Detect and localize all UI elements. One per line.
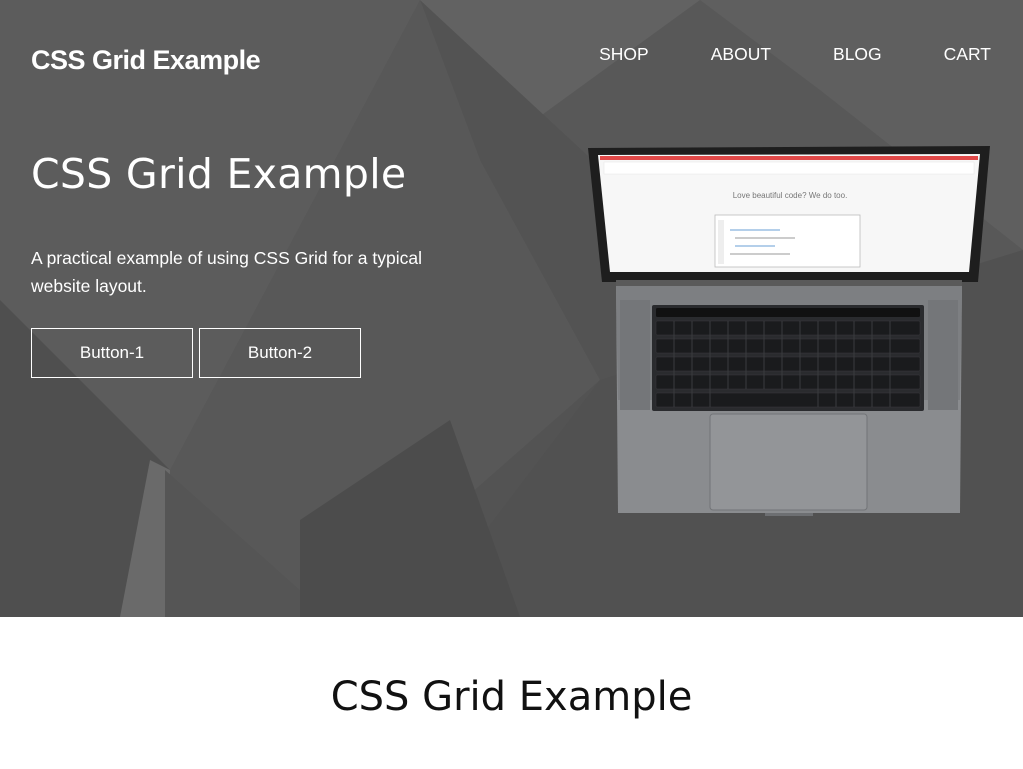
hero-section: CSS Grid Example SHOP ABOUT BLOG CART CS… bbox=[0, 0, 1023, 617]
main-nav: SHOP ABOUT BLOG CART bbox=[599, 44, 991, 65]
section-title: CSS Grid Example bbox=[330, 674, 693, 720]
site-brand[interactable]: CSS Grid Example bbox=[31, 45, 261, 76]
button-2[interactable]: Button-2 bbox=[199, 328, 361, 378]
hero-description: A practical example of using CSS Grid fo… bbox=[31, 248, 423, 296]
nav-shop-link[interactable]: SHOP bbox=[599, 44, 649, 65]
nav-cart-link[interactable]: CART bbox=[944, 44, 991, 65]
hero-title: CSS Grid Example bbox=[31, 150, 407, 198]
nav-blog-link[interactable]: BLOG bbox=[833, 44, 882, 65]
laptop-image: Love beautiful code? We do too. bbox=[588, 146, 990, 516]
nav-about-link[interactable]: ABOUT bbox=[711, 44, 771, 65]
laptop-screen-headline: Love beautiful code? We do too. bbox=[733, 191, 848, 200]
button-1[interactable]: Button-1 bbox=[31, 328, 193, 378]
